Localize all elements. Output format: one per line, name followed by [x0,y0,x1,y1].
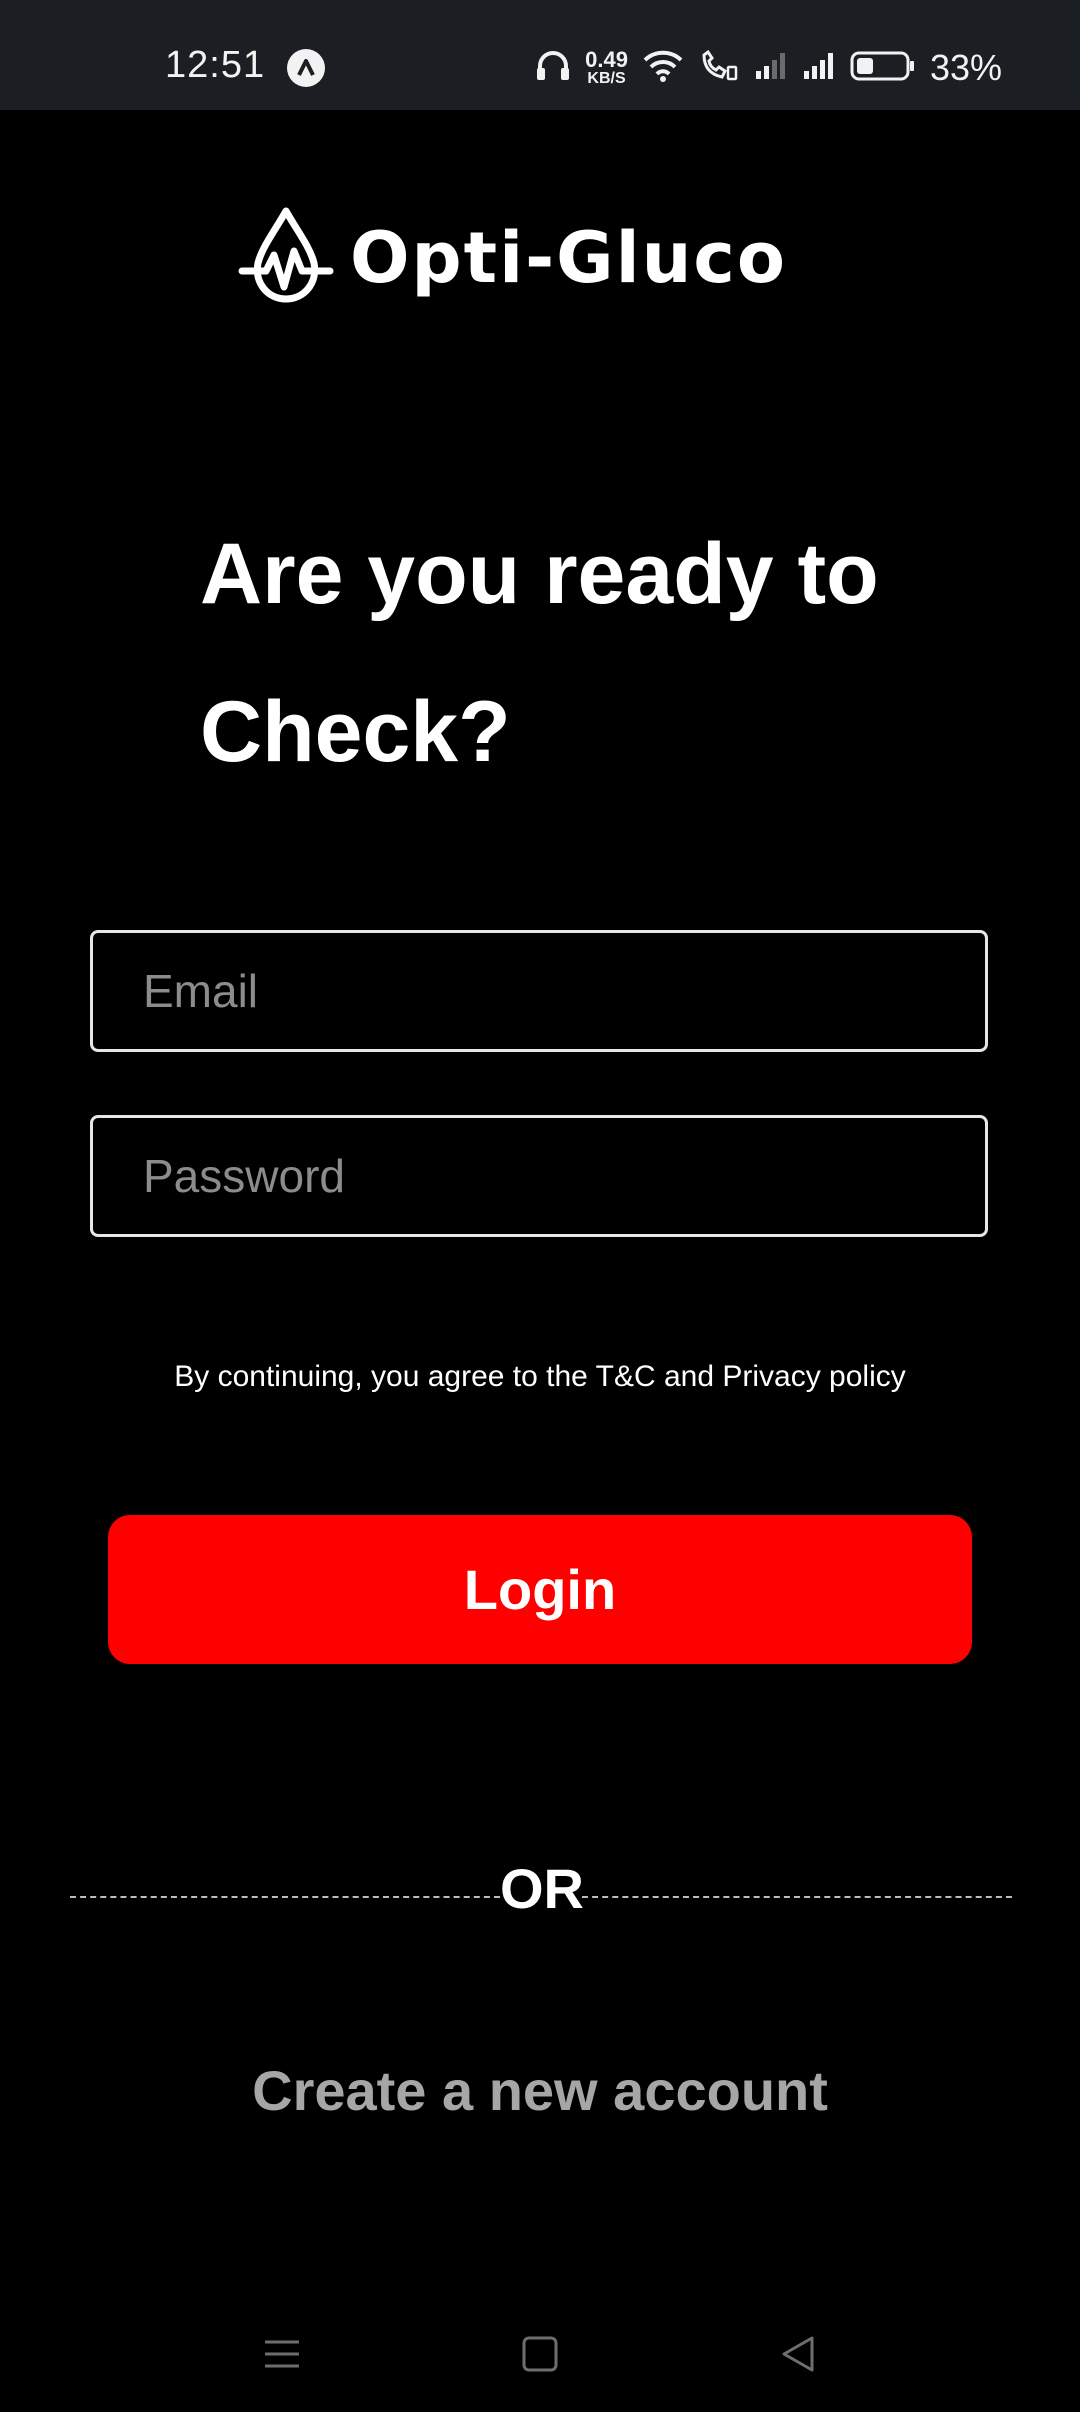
divider-line-right [582,1896,1012,1898]
wifi-icon [642,49,684,88]
status-time: 12:51 [165,44,266,86]
email-field[interactable] [93,933,985,1049]
net-speed-unit: KB/S [587,70,626,87]
app-notification-icon [287,49,325,87]
app-logo: Opti-Gluco [236,205,787,310]
signal-icon-sim2 [802,51,836,86]
status-bar: 12:51 0.49 KB/S 33% [0,0,1080,110]
drop-pulse-icon [236,205,336,310]
logo-wordmark: Opti-Gluco [350,216,787,299]
divider-line-left [70,1896,500,1898]
system-nav-bar [0,2300,1080,2412]
signal-icon-sim1 [754,51,788,86]
status-icons: 0.49 KB/S 33% [535,40,1002,96]
headphones-icon [535,49,571,88]
battery-percent: 33% [929,47,1002,88]
or-divider: OR [70,1850,1012,1930]
net-speed: 0.49 KB/S [585,49,628,87]
terms-text: By continuing, you agree to the T&C and … [174,1360,906,1393]
net-speed-value: 0.49 [585,47,628,72]
back-icon[interactable] [768,2324,828,2384]
page-title: Are you ready to Check? [200,495,960,811]
password-field[interactable] [93,1118,985,1234]
headline-line-2: Check? [200,684,511,780]
login-button-label: Login [463,1558,617,1621]
login-button[interactable]: Login [108,1515,972,1664]
home-icon[interactable] [510,2324,570,2384]
menu-icon[interactable] [252,2324,312,2384]
email-field-container [90,930,988,1052]
wifi-calling-icon [698,49,740,88]
battery-icon [850,50,916,87]
or-label: OR [500,1857,584,1920]
password-field-container [90,1115,988,1237]
create-account-link[interactable]: Create a new account [0,2058,1080,2123]
headline-line-1: Are you ready to [200,526,879,622]
